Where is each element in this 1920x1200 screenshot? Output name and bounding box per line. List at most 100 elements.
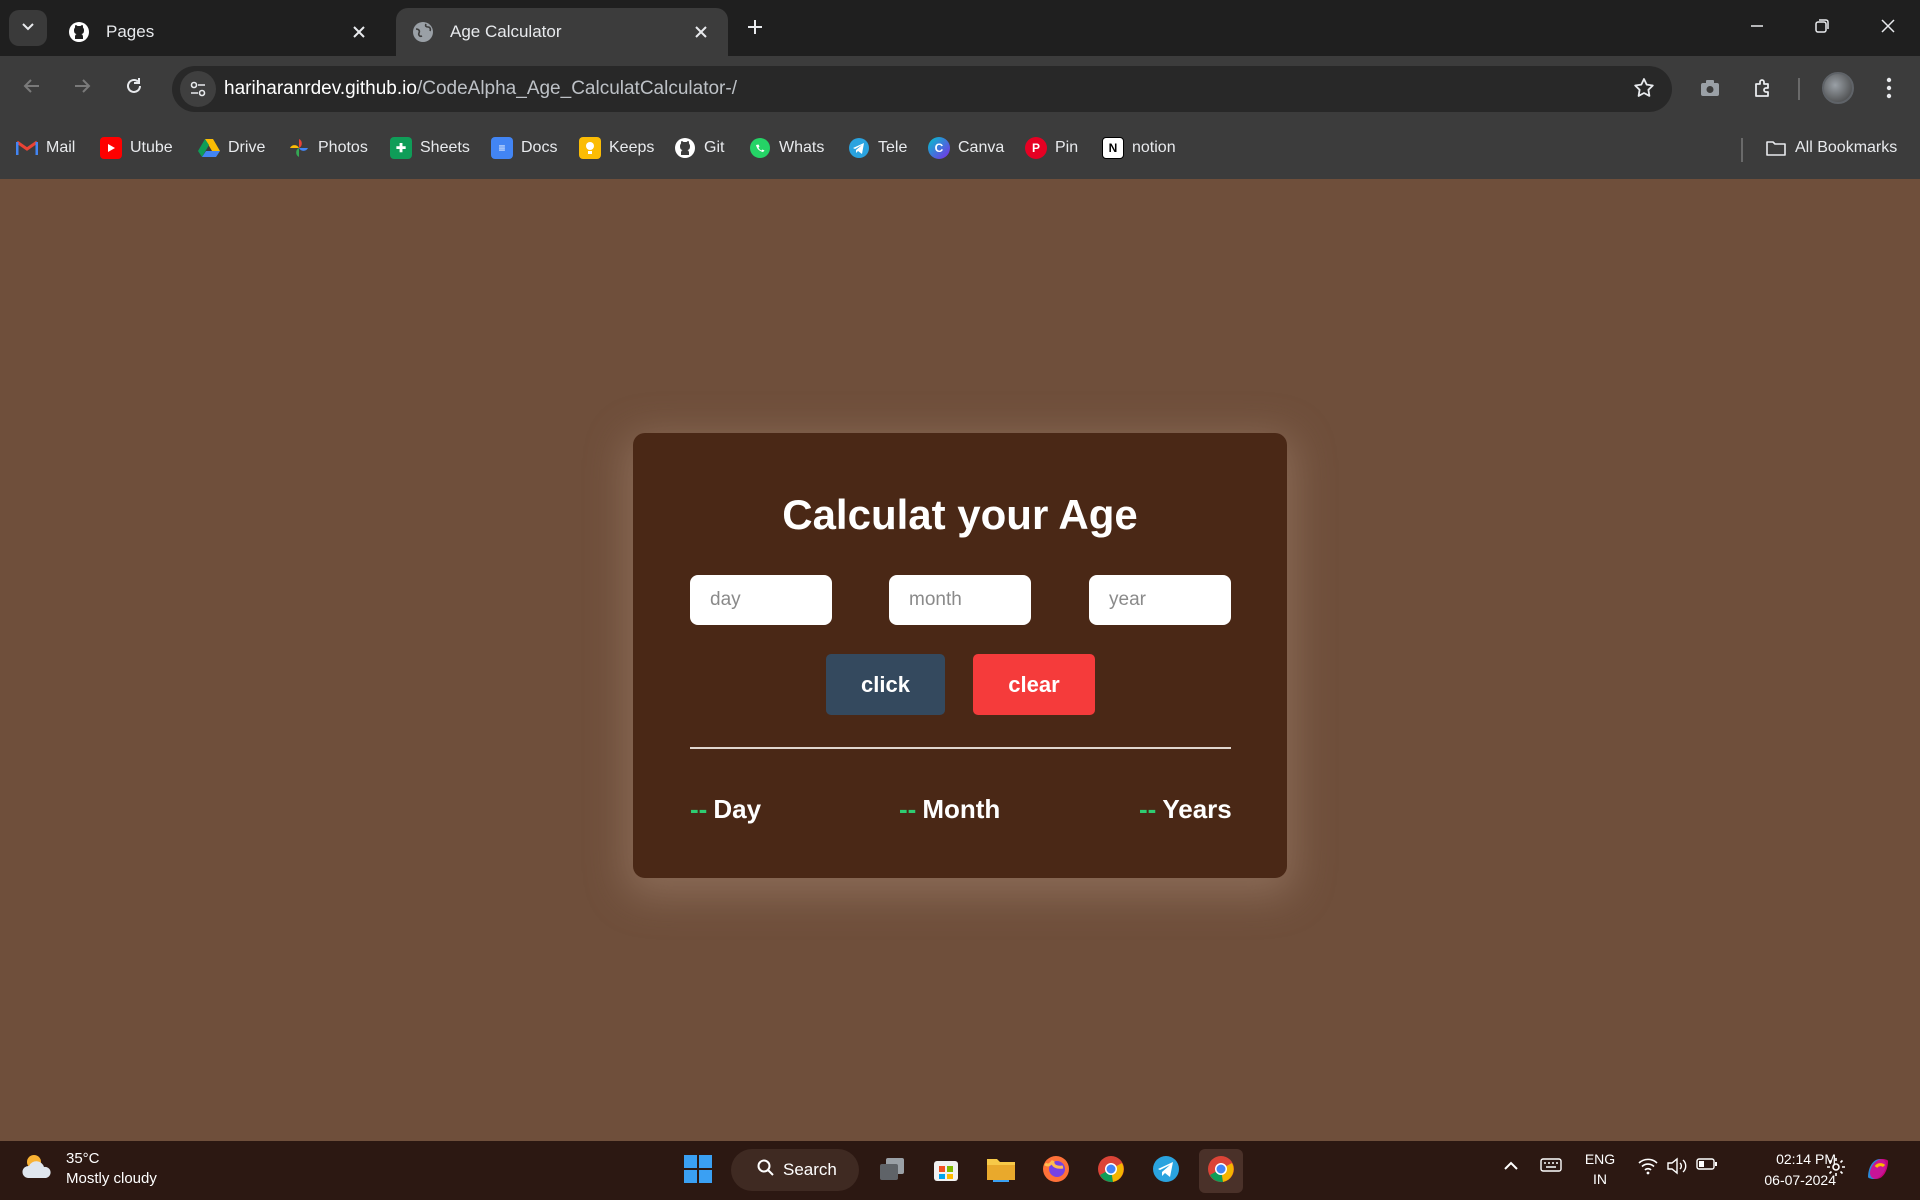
- bookmark-pin[interactable]: P Pin: [1025, 134, 1078, 162]
- volume-icon[interactable]: [1666, 1157, 1688, 1175]
- firefox-app[interactable]: [1034, 1149, 1078, 1193]
- close-icon: [1880, 18, 1896, 39]
- restore-button[interactable]: [1800, 8, 1844, 48]
- camera-icon[interactable]: [1692, 70, 1728, 106]
- tab-pages[interactable]: Pages: [52, 8, 386, 56]
- close-window-button[interactable]: [1866, 8, 1910, 48]
- back-button[interactable]: [14, 70, 50, 106]
- store-app[interactable]: [924, 1149, 968, 1193]
- taskbar: 35°C Mostly cloudy Search ENG IN 02:14 P…: [0, 1141, 1920, 1200]
- address-bar[interactable]: hariharanrdev.github.io/CodeAlpha_Age_Ca…: [172, 66, 1672, 112]
- bookmark-sheets[interactable]: ✚ Sheets: [390, 134, 470, 162]
- drive-icon: [198, 137, 220, 159]
- tab-age-calculator[interactable]: Age Calculator: [396, 8, 728, 56]
- gmail-icon: [16, 137, 38, 159]
- forward-button[interactable]: [64, 70, 100, 106]
- globe-icon: [412, 21, 434, 43]
- bookmark-photos[interactable]: Photos: [288, 134, 368, 162]
- url-path: /CodeAlpha_Age_CalculatCalculator-/: [416, 78, 737, 99]
- bookmark-label: Mail: [46, 139, 76, 156]
- chrome-app[interactable]: [1089, 1149, 1133, 1193]
- clear-button[interactable]: clear: [973, 654, 1095, 715]
- keyboard-icon[interactable]: [1540, 1157, 1562, 1173]
- telegram-app[interactable]: [1144, 1149, 1188, 1193]
- site-settings-icon[interactable]: [180, 71, 216, 107]
- reload-button[interactable]: [116, 70, 152, 106]
- chevron-down-icon: [20, 18, 36, 39]
- minimize-icon: [1749, 18, 1765, 39]
- extensions-icon[interactable]: [1745, 70, 1781, 106]
- file-explorer-app[interactable]: [979, 1149, 1023, 1193]
- folder-icon: [985, 1155, 1017, 1188]
- month-input[interactable]: [889, 575, 1031, 625]
- taskbar-search[interactable]: Search: [731, 1149, 859, 1191]
- copilot-icon[interactable]: [1862, 1153, 1894, 1185]
- bookmark-whats[interactable]: Whats: [749, 134, 824, 162]
- chevron-up-icon: [1502, 1157, 1520, 1180]
- weather-widget[interactable]: 35°C Mostly cloudy: [20, 1149, 157, 1189]
- all-bookmarks-button[interactable]: All Bookmarks: [1765, 134, 1897, 162]
- sheets-icon: ✚: [390, 137, 412, 159]
- docs-icon: ≡: [491, 137, 513, 159]
- bookmark-label: Sheets: [420, 139, 470, 156]
- minimize-button[interactable]: [1735, 8, 1779, 48]
- bookmark-label: notion: [1132, 139, 1176, 156]
- chrome-icon: [1096, 1154, 1126, 1189]
- bookmark-git[interactable]: Git: [674, 134, 724, 162]
- result-month-unit: Month: [922, 794, 1001, 824]
- result-years-unit: Years: [1162, 794, 1232, 824]
- all-bookmarks-label: All Bookmarks: [1795, 139, 1898, 156]
- browser-toolbar: hariharanrdev.github.io/CodeAlpha_Age_Ca…: [0, 56, 1920, 179]
- tab-title: Age Calculator: [450, 22, 562, 41]
- bookmark-tele[interactable]: Tele: [848, 134, 907, 162]
- year-input[interactable]: [1089, 575, 1231, 625]
- lang-region: IN: [1593, 1171, 1607, 1187]
- bookmark-utube[interactable]: Utube: [100, 134, 173, 162]
- result-month: -- Month: [899, 794, 1000, 825]
- bookmark-docs[interactable]: ≡ Docs: [491, 134, 557, 162]
- bookmark-notion[interactable]: N notion: [1102, 134, 1176, 162]
- chrome-app-active[interactable]: [1199, 1149, 1243, 1193]
- url-text: hariharanrdev.github.io/CodeAlpha_Age_Ca…: [224, 78, 737, 100]
- bookmark-drive[interactable]: Drive: [198, 134, 265, 162]
- bookmark-mail[interactable]: Mail: [16, 134, 75, 162]
- new-tab-button[interactable]: [740, 14, 770, 44]
- github-icon: [674, 137, 696, 159]
- bookmark-canva[interactable]: C Canva: [928, 134, 1004, 162]
- bookmark-star-icon[interactable]: [1632, 76, 1656, 105]
- close-icon[interactable]: [348, 21, 370, 43]
- battery-icon[interactable]: [1696, 1157, 1718, 1171]
- task-view-icon: [877, 1156, 907, 1187]
- bookmark-label: Utube: [130, 139, 173, 156]
- tray-overflow-button[interactable]: [1502, 1157, 1520, 1180]
- notion-icon: N: [1102, 137, 1124, 159]
- tab-search-button[interactable]: [9, 10, 47, 46]
- notification-settings-icon[interactable]: [1826, 1157, 1846, 1177]
- bookmark-label: Tele: [878, 139, 908, 156]
- store-icon: [932, 1155, 960, 1188]
- telegram-icon: [1151, 1154, 1181, 1189]
- bookmark-label: Docs: [521, 139, 558, 156]
- click-button[interactable]: click: [826, 654, 945, 715]
- more-menu-icon[interactable]: [1871, 70, 1907, 106]
- wifi-icon[interactable]: [1637, 1157, 1659, 1175]
- day-input[interactable]: [690, 575, 832, 625]
- bookmark-label: Whats: [779, 139, 825, 156]
- task-view-button[interactable]: [870, 1149, 914, 1193]
- start-button[interactable]: [676, 1149, 720, 1193]
- telegram-icon: [848, 137, 870, 159]
- clock[interactable]: 02:14 PM 06-07-2024: [1728, 1149, 1836, 1191]
- photos-icon: [288, 137, 310, 159]
- url-host: hariharanrdev.github.io: [224, 78, 417, 99]
- profile-avatar[interactable]: [1822, 72, 1854, 104]
- bookmark-label: Keeps: [609, 139, 655, 156]
- language-indicator[interactable]: ENG IN: [1578, 1149, 1622, 1189]
- close-icon[interactable]: [690, 21, 712, 43]
- restore-icon: [1814, 18, 1830, 39]
- keep-icon: [579, 137, 601, 159]
- lang-code: ENG: [1584, 1151, 1616, 1167]
- divider: [690, 747, 1231, 749]
- bookmark-keeps[interactable]: Keeps: [579, 134, 654, 162]
- folder-icon: [1765, 137, 1787, 159]
- result-years: -- Years: [1139, 794, 1232, 825]
